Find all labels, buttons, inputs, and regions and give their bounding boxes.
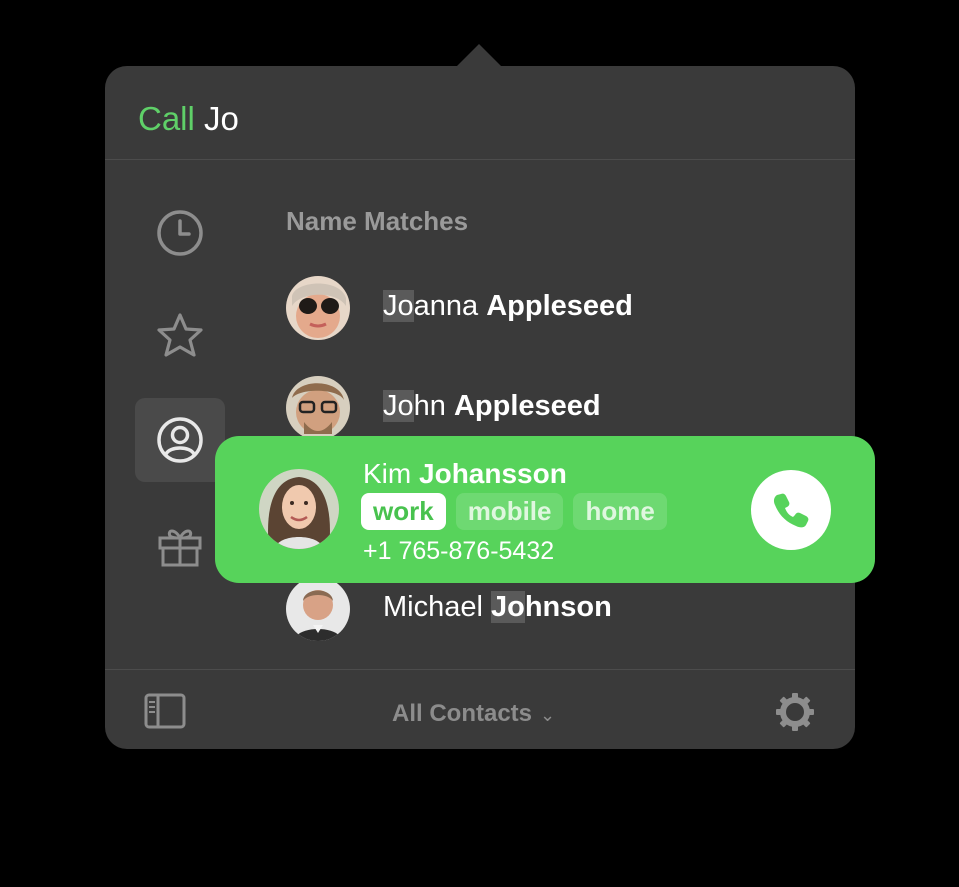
contact-row[interactable]: Joanna Appleseed — [286, 276, 846, 342]
avatar — [286, 376, 350, 440]
group-label: All Contacts — [392, 700, 533, 727]
star-icon — [157, 313, 203, 357]
gear-icon[interactable] — [774, 691, 816, 733]
sidebar-item-favorites[interactable] — [135, 294, 225, 378]
contact-name: John Appleseed — [383, 390, 601, 422]
phone-icon — [773, 493, 809, 528]
phone-label-tabs: work mobile home — [361, 493, 667, 530]
popover-arrow — [456, 44, 502, 67]
search-query[interactable]: Call Jo — [138, 100, 239, 138]
contact-name: Michael Johnson — [383, 591, 612, 623]
call-button[interactable] — [751, 470, 831, 550]
sidebar-item-contacts[interactable] — [135, 398, 225, 482]
contact-row[interactable]: John Appleseed — [286, 376, 846, 442]
search-verb: Call — [138, 100, 195, 137]
clock-icon — [157, 210, 203, 256]
phone-label-work[interactable]: work — [361, 493, 446, 530]
group-selector[interactable]: All Contacts ⌄ — [392, 700, 555, 728]
footer: All Contacts ⌄ — [105, 669, 855, 750]
selected-contact-name: Kim Johansson — [363, 458, 567, 489]
contact-row[interactable]: Michael Johnson — [286, 577, 846, 643]
sidebar-item-recents[interactable] — [135, 191, 225, 275]
search-header: Call Jo — [105, 66, 855, 160]
search-text: Jo — [204, 100, 239, 137]
selected-contact-card[interactable]: Kim Johansson work mobile home +1 765-87… — [215, 436, 875, 583]
avatar — [286, 577, 350, 641]
phone-number: +1 765-876-5432 — [363, 537, 555, 565]
phone-label-home[interactable]: home — [573, 493, 667, 530]
person-circle-icon — [157, 417, 203, 463]
chevron-down-icon: ⌄ — [540, 705, 556, 725]
sidebar-toggle-icon[interactable] — [144, 693, 186, 729]
gift-icon — [158, 529, 202, 567]
contacts-popover: Call Jo Name Matches Joanna Appleseed Jo… — [105, 66, 855, 749]
avatar — [259, 469, 339, 549]
sidebar-item-birthdays[interactable] — [135, 503, 225, 587]
avatar — [286, 276, 350, 340]
contact-name: Joanna Appleseed — [383, 290, 633, 322]
phone-label-mobile[interactable]: mobile — [455, 493, 564, 530]
section-title: Name Matches — [286, 206, 469, 236]
